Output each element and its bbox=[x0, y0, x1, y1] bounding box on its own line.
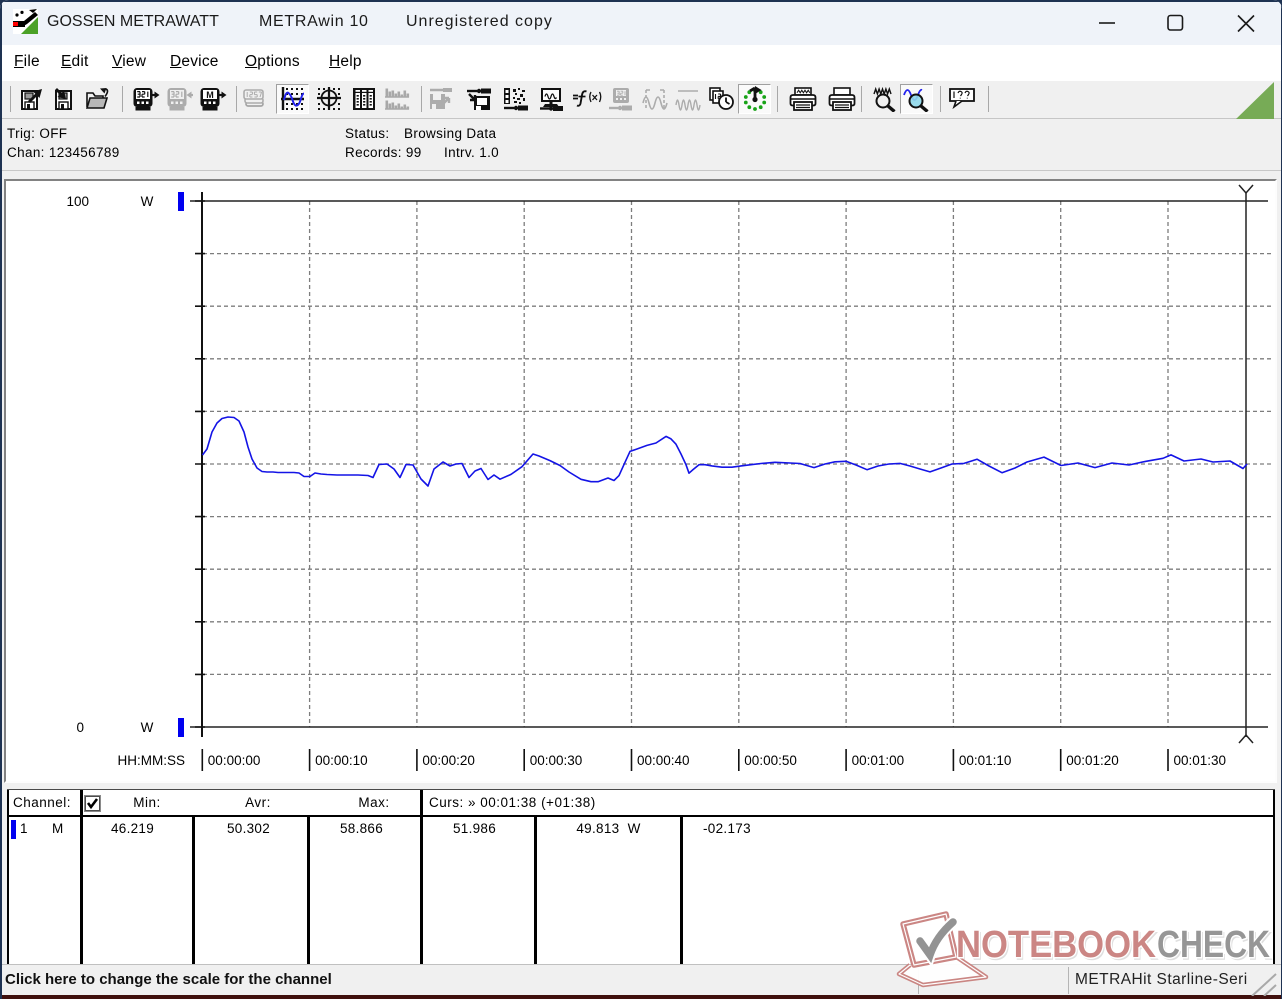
svg-text:00:00:50: 00:00:50 bbox=[744, 753, 797, 768]
svg-text:00:01:10: 00:01:10 bbox=[959, 753, 1012, 768]
svg-text:00:00:30: 00:00:30 bbox=[530, 753, 583, 768]
svg-text:00:00:10: 00:00:10 bbox=[315, 753, 368, 768]
svg-text:0: 0 bbox=[76, 720, 84, 735]
svg-text:NOTEBOOK: NOTEBOOK bbox=[956, 924, 1157, 966]
svg-text:W: W bbox=[141, 720, 154, 735]
svg-text:00:00:20: 00:00:20 bbox=[422, 753, 475, 768]
svg-text:00:01:00: 00:01:00 bbox=[852, 753, 905, 768]
svg-text:W: W bbox=[141, 194, 154, 209]
svg-text:00:01:20: 00:01:20 bbox=[1066, 753, 1119, 768]
svg-text:00:00:40: 00:00:40 bbox=[637, 753, 690, 768]
svg-text:M: M bbox=[206, 90, 214, 100]
svg-text:CHECK: CHECK bbox=[1157, 924, 1270, 966]
svg-text:HH:MM:SS: HH:MM:SS bbox=[118, 753, 186, 768]
svg-text:00:00:00: 00:00:00 bbox=[208, 753, 261, 768]
svg-text:100: 100 bbox=[66, 194, 89, 209]
svg-text:00:01:30: 00:01:30 bbox=[1174, 753, 1227, 768]
